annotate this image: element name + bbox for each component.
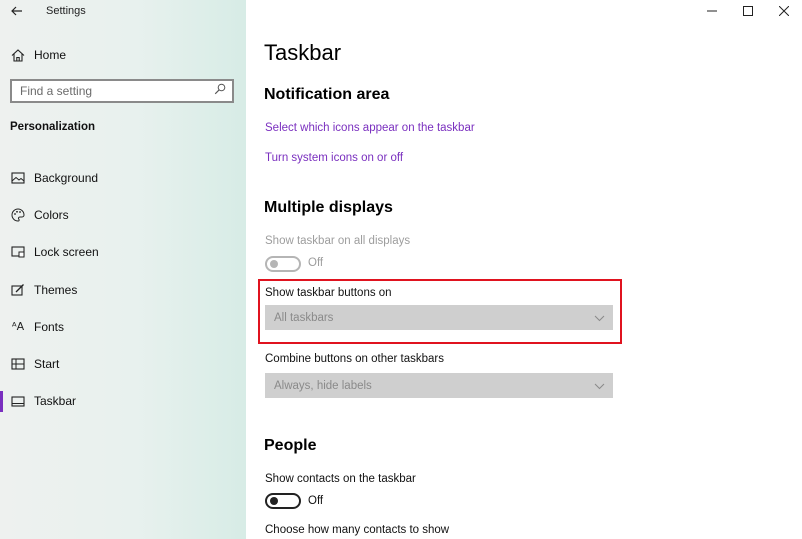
palette-icon [0,208,34,222]
back-arrow-icon [11,6,22,16]
back-button[interactable] [6,2,28,20]
select-icons-link[interactable]: Select which icons appear on the taskbar [265,122,475,134]
toggle-knob [270,497,278,505]
sidebar-item-home[interactable]: Home [0,42,246,68]
notification-area-heading: Notification area [264,86,390,103]
close-button[interactable] [766,0,802,22]
sidebar-item-fonts[interactable]: ᴬA Fonts [0,308,246,345]
main-content: Taskbar Notification area Select which i… [246,0,802,539]
fonts-icon: ᴬA [11,320,25,334]
show-contacts-label: Show contacts on the taskbar [265,473,416,485]
home-label: Home [34,48,67,62]
home-icon [0,48,34,62]
close-icon [779,6,789,16]
sidebar-item-lock-screen[interactable]: Lock screen [0,234,246,271]
sidebar-item-themes[interactable]: Themes [0,271,246,308]
start-icon [0,358,34,370]
sidebar-item-label: Fonts [34,319,65,334]
sidebar-item-label: Themes [34,282,78,297]
sidebar-item-taskbar[interactable]: Taskbar [0,383,246,420]
sidebar-item-background[interactable]: Background [0,159,246,196]
show-contacts-toggle[interactable] [265,493,301,509]
section-title: Personalization [10,121,95,133]
search-input[interactable]: Find a setting [10,79,234,103]
search-placeholder: Find a setting [20,84,93,98]
show-taskbar-all-displays-state: Off [308,257,324,269]
sidebar-item-label: Taskbar [34,394,77,409]
sidebar-item-label: Colors [34,207,69,222]
choose-contacts-label: Choose how many contacts to show [265,524,450,536]
image-icon [0,172,34,184]
themes-icon [0,283,34,296]
page-title: Taskbar [264,40,342,65]
sidebar-item-start[interactable]: Start [0,345,246,382]
window-controls [694,0,802,22]
combine-buttons-dropdown[interactable]: Always, hide labels [265,373,613,398]
sidebar-item-label: Start [34,357,60,372]
highlight-box [258,279,622,344]
minimize-button[interactable] [694,0,730,22]
chevron-down-icon [594,377,605,395]
search-icon [214,82,226,100]
show-taskbar-all-displays-toggle[interactable] [265,256,301,272]
minimize-icon [707,10,717,12]
maximize-icon [743,6,753,16]
sidebar-item-label: Lock screen [34,245,99,260]
show-taskbar-all-displays-label: Show taskbar on all displays [265,235,411,247]
maximize-button[interactable] [730,0,766,22]
multiple-displays-heading: Multiple displays [264,199,393,216]
taskbar-icon [0,396,34,407]
sidebar: Settings Home Find a setting Personaliza… [0,0,246,539]
combine-buttons-label: Combine buttons on other taskbars [265,353,444,365]
title-bar: Settings [0,0,246,22]
show-contacts-state: Off [308,495,324,507]
lock-screen-icon [0,246,34,258]
toggle-knob [270,260,278,268]
sidebar-item-label: Background [34,170,99,185]
sidebar-item-colors[interactable]: Colors [0,196,246,233]
people-heading: People [264,437,317,454]
system-icons-link[interactable]: Turn system icons on or off [265,152,403,164]
dropdown-value: Always, hide labels [274,379,372,392]
sidebar-nav: Background Colors Lock screen Themes ᴬA … [0,159,246,420]
app-title: Settings [46,5,86,17]
